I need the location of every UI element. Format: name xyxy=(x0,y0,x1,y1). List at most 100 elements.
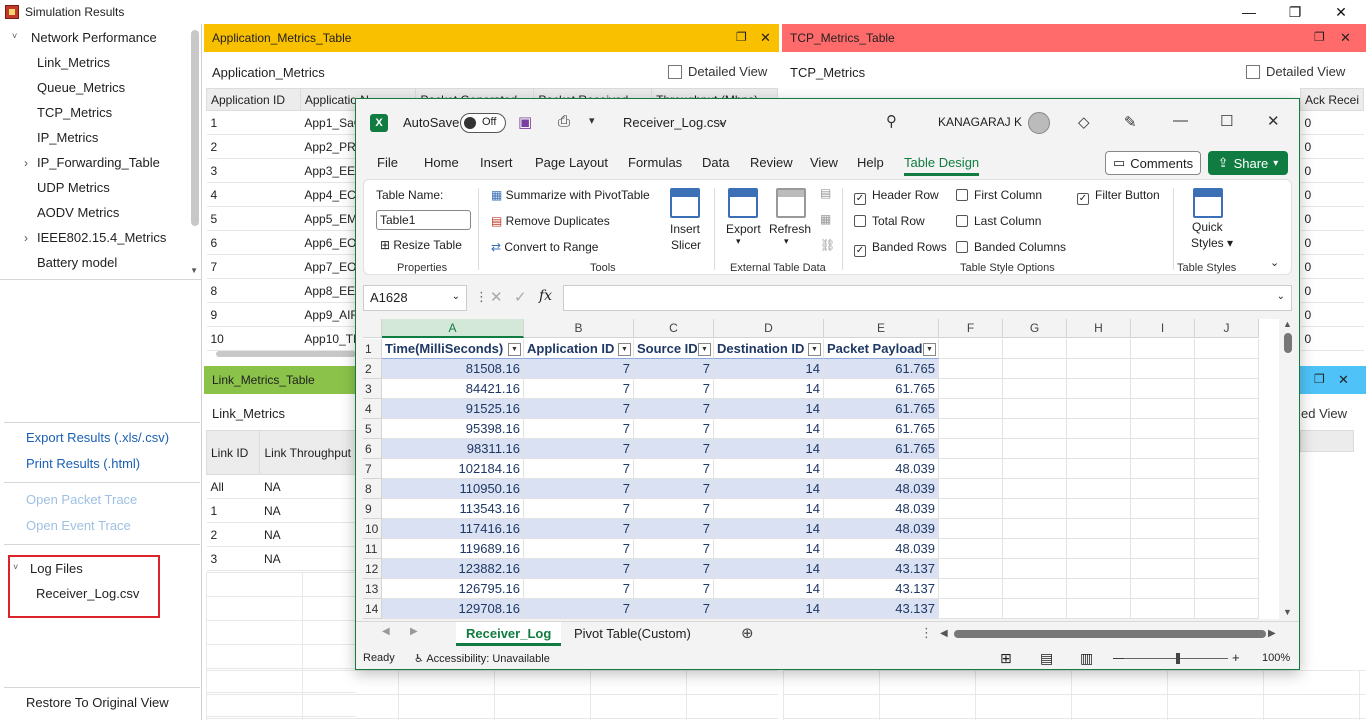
empty-cell[interactable] xyxy=(939,359,1003,379)
row-number[interactable]: 12 xyxy=(363,559,382,579)
empty-cell[interactable] xyxy=(1067,419,1131,439)
page-layout-icon[interactable]: ▤ xyxy=(1040,650,1053,667)
add-sheet-icon[interactable]: ⊕ xyxy=(741,624,754,642)
empty-cell[interactable] xyxy=(1067,579,1131,599)
empty-cell[interactable] xyxy=(1195,439,1259,459)
tab-page-layout[interactable]: Page Layout xyxy=(535,155,608,170)
table-cell[interactable]: 43.137 xyxy=(824,579,939,599)
empty-cell[interactable] xyxy=(1003,479,1067,499)
empty-cell[interactable] xyxy=(1131,519,1195,539)
table-cell[interactable]: 7 xyxy=(634,359,714,379)
column-letter[interactable]: G xyxy=(1003,319,1067,338)
collapse-ribbon-icon[interactable]: ⌄ xyxy=(1270,256,1279,269)
filter-dropdown-icon[interactable]: ▼ xyxy=(698,343,711,356)
table-cell[interactable]: 43.137 xyxy=(824,599,939,619)
tree-scrollbar[interactable] xyxy=(191,30,199,226)
table-cell[interactable]: 7 xyxy=(634,459,714,479)
table-row[interactable]: 0 xyxy=(1300,158,1364,183)
column-letter[interactable]: F xyxy=(939,319,1003,338)
row-number[interactable]: 11 xyxy=(363,539,382,559)
table-cell[interactable]: 7 xyxy=(524,599,634,619)
empty-cell[interactable] xyxy=(1003,339,1067,359)
table-cell[interactable]: 7 xyxy=(634,479,714,499)
column-header[interactable]: Link ID xyxy=(205,430,261,475)
tree-item-network-performance[interactable]: Network Performance xyxy=(31,30,157,45)
table-cell[interactable]: 126795.16 xyxy=(382,579,524,599)
column-header[interactable]: Link Throughput xyxy=(259,430,356,475)
search-icon[interactable]: ⚲ xyxy=(886,112,897,130)
empty-cell[interactable] xyxy=(1067,439,1131,459)
table-cell[interactable]: 7 xyxy=(634,419,714,439)
scroll-up-icon[interactable]: ▲ xyxy=(1283,319,1292,329)
tab-data[interactable]: Data xyxy=(702,155,729,170)
table-row[interactable]: 0 xyxy=(1300,278,1364,303)
scroll-thumb[interactable] xyxy=(1284,333,1292,353)
column-letter[interactable]: D xyxy=(714,319,824,338)
refresh-button[interactable]: Refresh xyxy=(769,222,811,236)
pen-icon[interactable]: ✎ xyxy=(1124,113,1137,131)
scroll-down-icon[interactable]: ▼ xyxy=(190,266,198,275)
table-cell[interactable]: 14 xyxy=(714,379,824,399)
empty-cell[interactable] xyxy=(1195,479,1259,499)
minimize-icon[interactable]: — xyxy=(1173,112,1188,129)
restore-original-view-button[interactable]: Restore To Original View xyxy=(26,695,169,710)
empty-cell[interactable] xyxy=(1067,539,1131,559)
table-cell[interactable]: 123882.16 xyxy=(382,559,524,579)
table-header-cell[interactable]: Packet Payload ▼ xyxy=(824,339,939,359)
empty-cell[interactable] xyxy=(1003,539,1067,559)
empty-cell[interactable] xyxy=(939,559,1003,579)
total-row-checkbox[interactable]: Total Row xyxy=(854,214,925,228)
empty-cell[interactable] xyxy=(1003,519,1067,539)
empty-cell[interactable] xyxy=(1131,419,1195,439)
open-packet-trace-link[interactable]: Open Packet Trace xyxy=(26,492,137,507)
table-header-cell[interactable]: Time(MilliSeconds) ▼ xyxy=(382,339,524,359)
empty-cell[interactable] xyxy=(939,399,1003,419)
tree-item-log-files[interactable]: Log Files xyxy=(30,561,83,576)
empty-cell[interactable] xyxy=(1003,399,1067,419)
empty-cell[interactable] xyxy=(939,459,1003,479)
table-cell[interactable]: 61.765 xyxy=(824,359,939,379)
close-panel-icon[interactable]: ✕ xyxy=(1340,30,1351,46)
autosave-toggle[interactable]: Off xyxy=(460,113,506,133)
table-row[interactable]: 0 xyxy=(1300,254,1364,279)
accessibility-status[interactable]: ♿ Accessibility: Unavailable xyxy=(414,652,550,665)
table-cell[interactable]: 14 xyxy=(714,419,824,439)
hscroll-left-icon[interactable]: ◀ xyxy=(940,628,948,639)
empty-cell[interactable] xyxy=(1003,579,1067,599)
last-column-checkbox[interactable]: Last Column xyxy=(956,214,1041,228)
table-cell[interactable]: 48.039 xyxy=(824,539,939,559)
sheet-vscrollbar[interactable]: ▲ ▼ xyxy=(1281,319,1295,619)
table-header-cell[interactable]: Source ID ▼ xyxy=(634,339,714,359)
column-letter[interactable]: E xyxy=(824,319,939,338)
table-cell[interactable]: 7 xyxy=(524,359,634,379)
tree-item-ip-metrics[interactable]: IP_Metrics xyxy=(37,130,98,145)
chevron-right-icon[interactable]: › xyxy=(24,231,28,245)
table-cell[interactable]: 61.765 xyxy=(824,419,939,439)
table-cell[interactable]: 61.765 xyxy=(824,379,939,399)
column-letter[interactable]: J xyxy=(1195,319,1259,338)
empty-cell[interactable] xyxy=(1067,599,1131,619)
table-header-cell[interactable]: Destination ID ▼ xyxy=(714,339,824,359)
table-cell[interactable]: 14 xyxy=(714,539,824,559)
empty-cell[interactable] xyxy=(1067,399,1131,419)
zoom-slider-knob[interactable] xyxy=(1176,653,1180,664)
empty-cell[interactable] xyxy=(1195,459,1259,479)
print-preview-icon[interactable]: ⎙ xyxy=(558,113,570,130)
properties-icon[interactable]: ▤ xyxy=(820,186,831,200)
table-row[interactable]: 3 NA xyxy=(206,546,356,571)
row-number[interactable]: 8 xyxy=(363,479,382,499)
table-cell[interactable]: 7 xyxy=(524,539,634,559)
tree-item-tcp-metrics[interactable]: TCP_Metrics xyxy=(37,105,112,120)
empty-cell[interactable] xyxy=(1131,439,1195,459)
row-number[interactable]: 1 xyxy=(363,339,382,359)
formula-input[interactable]: ⌄ xyxy=(563,285,1292,311)
empty-cell[interactable] xyxy=(1195,339,1259,359)
table-cell[interactable]: 14 xyxy=(714,439,824,459)
empty-cell[interactable] xyxy=(1195,499,1259,519)
chevron-down-icon[interactable]: ˅ xyxy=(12,31,17,41)
empty-cell[interactable] xyxy=(939,539,1003,559)
worksheet-grid[interactable]: A B C D E F G H I J 1 Time(MilliSeconds) ▼ Applicatio… xyxy=(363,319,1279,619)
tcp-detailed-view-checkbox[interactable]: Detailed View xyxy=(1246,64,1345,79)
insert-slicer-icon[interactable] xyxy=(670,188,700,218)
restore-panel-icon[interactable]: ❐ xyxy=(736,30,747,44)
